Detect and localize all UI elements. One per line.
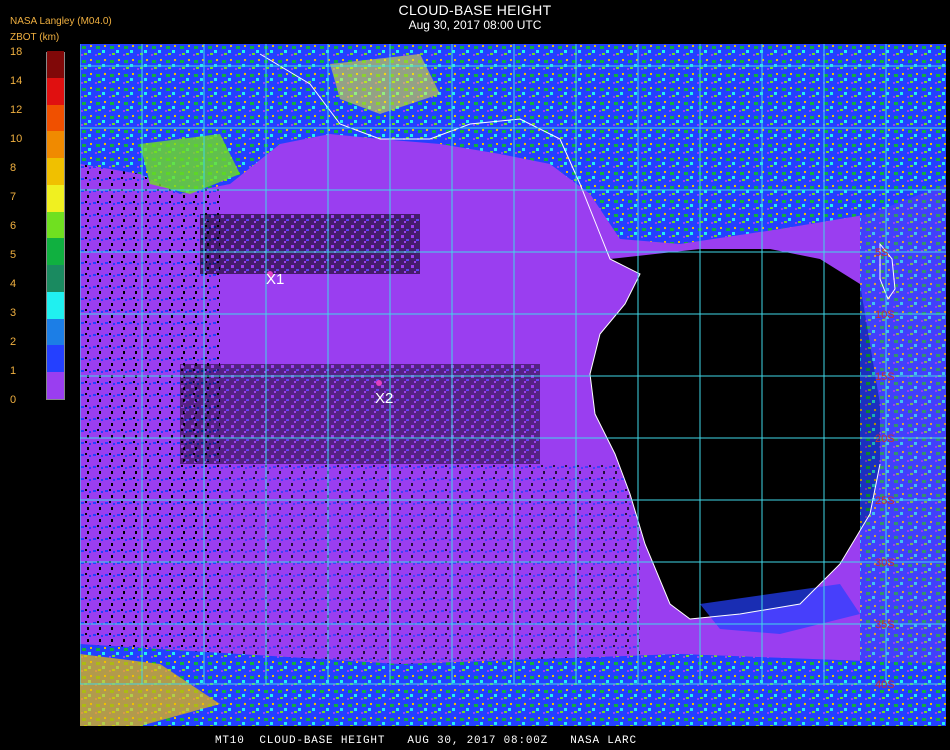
latitude-label: 30S xyxy=(875,557,895,569)
colorbar-segment xyxy=(47,184,64,212)
colorbar-segment xyxy=(47,50,64,78)
mixed-region-mid xyxy=(200,214,420,274)
colorbar-tick-label: 4 xyxy=(10,278,17,290)
colorbar-tick-label: 12 xyxy=(10,104,23,116)
colorbar-segment xyxy=(47,211,64,239)
mixed-region-mid2 xyxy=(180,364,540,464)
latitude-label: 20S xyxy=(875,433,895,445)
colorbar-segment xyxy=(47,131,64,159)
colorbar-tick-label: 18 xyxy=(10,46,23,58)
colorbar-tick-label: 5 xyxy=(10,249,17,261)
colorbar-segment xyxy=(47,157,64,185)
marker-x2-label: X2 xyxy=(375,390,393,407)
colorbar-segment xyxy=(47,372,64,399)
colorbar xyxy=(46,50,65,400)
colorbar-segment xyxy=(47,264,64,292)
map-title: CLOUD-BASE HEIGHT xyxy=(398,2,552,18)
colorbar-tick-label: 0 xyxy=(10,394,17,406)
satellite-map: 5S 10S 15S 20S 25S 30S 35S 40S X1 X2 xyxy=(80,44,946,726)
footer-caption: MT10 CLOUD-BASE HEIGHT AUG 30, 2017 08:0… xyxy=(215,735,637,747)
colorbar-tick-label: 6 xyxy=(10,220,17,232)
latitude-label: 5S xyxy=(875,247,888,259)
colorbar-segment xyxy=(47,291,64,319)
colorbar-segment xyxy=(47,77,64,105)
marker-x1: X1 xyxy=(266,271,284,288)
colorbar-segment xyxy=(47,318,64,346)
colorbar-segment xyxy=(47,104,64,132)
colorbar-tick-label: 3 xyxy=(10,307,17,319)
latitude-label: 15S xyxy=(875,371,895,383)
latitude-label: 10S xyxy=(875,309,895,321)
map-subtitle: Aug 30, 2017 08:00 UTC xyxy=(408,18,542,32)
colorbar-tick-label: 2 xyxy=(10,336,17,348)
org-label: NASA Langley (M04.0) xyxy=(10,16,112,27)
units-label: ZBOT (km) xyxy=(10,32,60,43)
east-cloud-band xyxy=(860,164,946,726)
colorbar-tick-label: 14 xyxy=(10,75,23,87)
colorbar-segment xyxy=(47,238,64,266)
latitude-label: 35S xyxy=(875,619,895,631)
colorbar-tick-label: 10 xyxy=(10,133,23,145)
colorbar-segment xyxy=(47,345,64,373)
colorbar-tick-label: 1 xyxy=(10,365,17,377)
latitude-label: 40S xyxy=(875,679,895,691)
latitude-label: 25S xyxy=(875,495,895,507)
marker-x1-label: X1 xyxy=(266,271,284,288)
colorbar-tick-label: 7 xyxy=(10,191,17,203)
colorbar-tick-label: 8 xyxy=(10,162,17,174)
